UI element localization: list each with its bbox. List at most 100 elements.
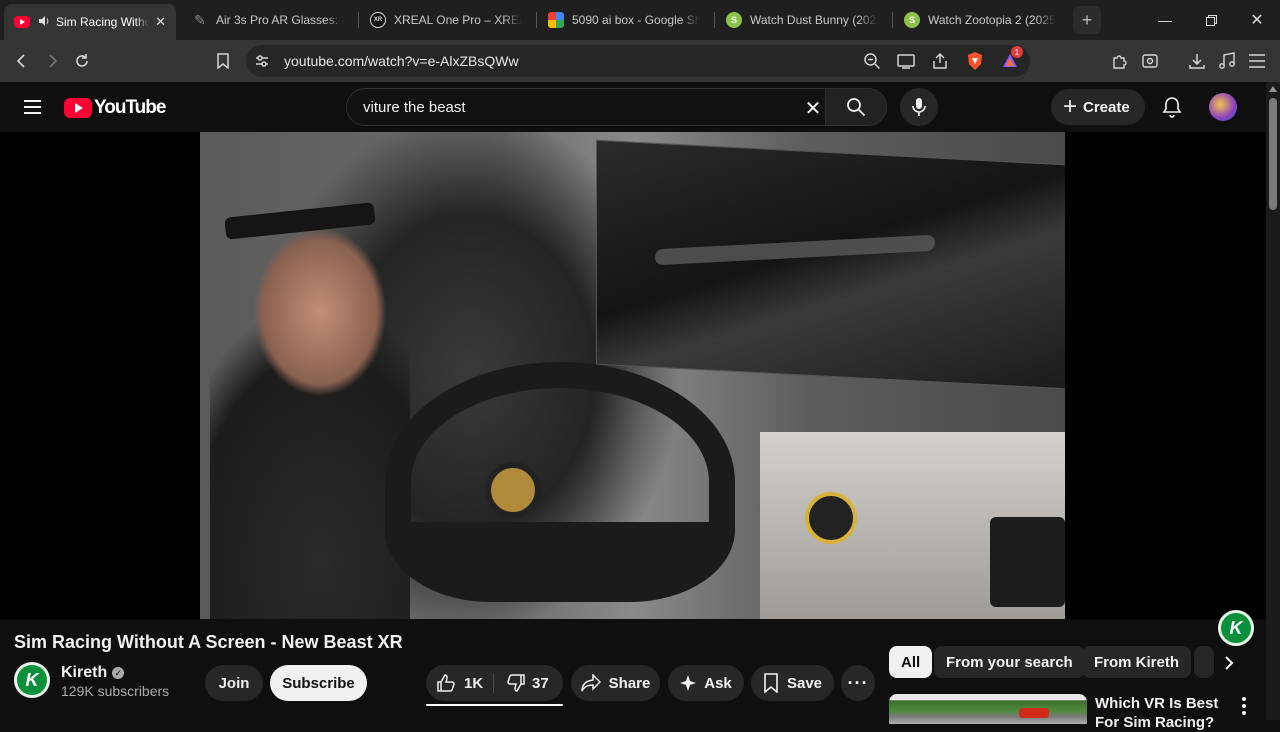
tab-title: 5090 ai box - Google Sh [572, 13, 700, 27]
stremio-icon: S [904, 12, 920, 28]
url-text: youtube.com/watch?v=e-AlxZBsQWw [284, 53, 519, 69]
person [210, 172, 410, 619]
router-box [990, 517, 1065, 607]
like-dislike-bar: 1K 37 [426, 665, 563, 701]
tab-zootopia[interactable]: S Watch Zootopia 2 (2025 [894, 5, 1066, 35]
browser-tab-strip: Sim Racing Witho ✕ ✎ Air 3s Pro AR Glass… [0, 0, 1280, 40]
channel-name-text: Kireth [61, 664, 108, 681]
save-button[interactable]: Save [751, 665, 834, 701]
clear-search-icon[interactable]: ✕ [801, 96, 825, 120]
stremio-icon: S [726, 12, 742, 28]
extensions-icon[interactable] [1106, 47, 1134, 75]
more-actions-button[interactable]: ··· [841, 665, 875, 701]
tab-sim-racing[interactable]: Sim Racing Witho ✕ [4, 4, 176, 40]
related-video-title[interactable]: Which VR Is Best For Sim Racing? [1095, 694, 1220, 732]
zoom-icon[interactable] [863, 52, 881, 75]
tab-title: Watch Dust Bunny (2025 [750, 13, 878, 27]
sparkle-icon [680, 675, 697, 691]
voice-search-button[interactable] [900, 88, 938, 126]
minimize-button[interactable]: — [1142, 0, 1188, 40]
viture-icon: ✎ [194, 11, 206, 28]
user-avatar[interactable] [1209, 93, 1237, 121]
ask-label: Ask [704, 674, 732, 692]
channel-name[interactable]: Kireth ✓ [61, 664, 125, 682]
reload-button[interactable] [68, 47, 96, 75]
steering-wheel [385, 362, 735, 602]
share-page-icon[interactable] [931, 52, 949, 75]
like-count: 1K [464, 674, 484, 692]
back-button[interactable] [8, 47, 36, 75]
share-button[interactable]: Share [571, 665, 660, 701]
chip-all[interactable]: All [889, 646, 933, 678]
tab-dust-bunny[interactable]: S Watch Dust Bunny (2025 [716, 5, 888, 35]
chips-next-icon[interactable] [1214, 648, 1244, 678]
chip-partial[interactable] [1194, 646, 1214, 678]
wheel-hub [485, 462, 541, 518]
search-box[interactable]: viture the beast ✕ [346, 88, 887, 126]
tab-separator [536, 12, 537, 28]
audio-playing-icon[interactable] [38, 15, 50, 30]
guide-menu-icon[interactable] [18, 93, 46, 121]
subscriber-count: 129K subscribers [61, 683, 170, 699]
menu-icon[interactable] [1243, 47, 1271, 75]
video-title: Sim Racing Without A Screen - New Beast … [14, 632, 403, 652]
new-tab-button[interactable]: + [1073, 6, 1101, 34]
thumbs-up-icon [436, 673, 456, 693]
youtube-masthead: YouTube viture the beast ✕ + Create [0, 82, 1266, 132]
like-button[interactable]: 1K [436, 665, 483, 701]
share-icon [580, 674, 601, 692]
save-icon [764, 673, 778, 693]
youtube-page: YouTube viture the beast ✕ + Create K Sim… [0, 82, 1280, 731]
chip-from-kireth[interactable]: From Kireth [1082, 646, 1192, 678]
tab-xreal[interactable]: XR XREAL One Pro – XREAL [360, 5, 532, 35]
join-button[interactable]: Join [205, 665, 263, 701]
close-window-button[interactable]: ✕ [1234, 0, 1280, 40]
tab-google-shopping[interactable]: 5090 ai box - Google Sh [538, 5, 710, 35]
site-settings-icon[interactable] [254, 53, 270, 74]
close-tab-icon[interactable]: ✕ [155, 14, 166, 30]
media-controls-icon[interactable] [1213, 47, 1241, 75]
address-bar[interactable]: youtube.com/watch?v=e-AlxZBsQWw 1 [246, 45, 1030, 77]
thumbs-down-icon [506, 673, 526, 693]
scroll-up-icon[interactable] [1269, 86, 1277, 92]
channel-avatar[interactable]: K [14, 662, 50, 698]
subscribe-button[interactable]: Subscribe [270, 665, 367, 701]
like-divider [493, 673, 494, 693]
video-frame[interactable] [200, 132, 1065, 619]
bookmark-button[interactable] [209, 47, 237, 75]
join-label: Join [218, 674, 250, 692]
plus-icon: + [1063, 93, 1078, 120]
search-input[interactable]: viture the beast [363, 99, 466, 116]
create-button[interactable]: + Create [1051, 89, 1145, 125]
wallet-icon[interactable] [1136, 47, 1164, 75]
video-player[interactable]: K [0, 132, 1266, 646]
tab-title: Air 3s Pro AR Glasses: 2 [216, 13, 344, 27]
forward-button[interactable] [38, 47, 66, 75]
page-scrollbar[interactable] [1266, 82, 1280, 720]
restore-button[interactable] [1188, 0, 1234, 40]
tab-air3s[interactable]: ✎ Air 3s Pro AR Glasses: 2 [182, 5, 354, 35]
brave-rewards-icon[interactable]: 1 [1001, 46, 1023, 75]
channel-watermark[interactable]: K [1218, 610, 1254, 646]
dislike-button[interactable]: 37 [506, 665, 549, 701]
tab-title: XREAL One Pro – XREAL [394, 13, 522, 27]
dislike-count: 37 [532, 674, 549, 692]
ask-button[interactable]: Ask [668, 665, 744, 701]
like-ratio-bar [426, 704, 563, 706]
brave-shields-icon[interactable] [966, 51, 984, 76]
cast-icon[interactable] [897, 53, 915, 74]
notifications-bell-icon[interactable] [1158, 93, 1186, 121]
tab-separator [714, 12, 715, 28]
youtube-logo-text: YouTube [94, 97, 166, 118]
tab-title: Watch Zootopia 2 (2025 [928, 13, 1056, 27]
rewards-badge: 1 [1011, 46, 1023, 58]
scrollbar-thumb[interactable] [1269, 98, 1277, 210]
downloads-icon[interactable] [1183, 47, 1211, 75]
youtube-play-icon [64, 98, 92, 118]
save-label: Save [786, 674, 823, 692]
race-car [1019, 708, 1049, 718]
related-video-menu-icon[interactable] [1234, 696, 1254, 716]
chip-from-your-search[interactable]: From your search [934, 646, 1085, 678]
search-button[interactable] [825, 88, 887, 126]
youtube-logo[interactable]: YouTube [64, 97, 166, 119]
